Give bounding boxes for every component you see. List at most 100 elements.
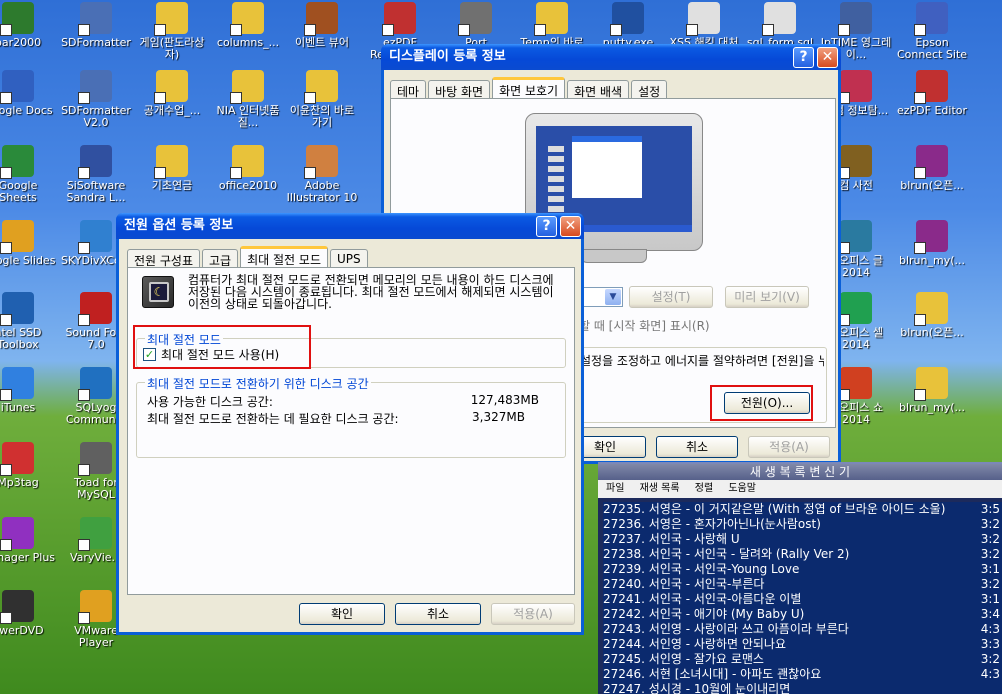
desktop-icon[interactable]: Manager Plus <box>0 515 56 587</box>
desktop-icon[interactable]: Mp3tag <box>0 440 56 512</box>
desktop-icon[interactable]: office2010 <box>210 143 286 215</box>
desktop-icon[interactable]: blrun(오픈... <box>894 290 970 362</box>
display-cancel-button[interactable]: 취소 <box>656 436 738 458</box>
power-options-window: 전원 옵션 등록 정보 ? ✕ 전원 구성표 고급 최대 절전 모드 UPS ☾… <box>116 213 584 635</box>
desktop-icon[interactable]: Google Slides <box>0 218 56 290</box>
menu-sort[interactable]: 정렬 <box>695 483 713 494</box>
tab-desktop[interactable]: 바탕 화면 <box>428 80 491 99</box>
display-titlebar[interactable]: 디스플레이 등록 정보 ? ✕ <box>381 44 841 70</box>
track-duration: 3:2 <box>980 532 1000 546</box>
app-icon <box>914 220 948 254</box>
close-button[interactable]: ✕ <box>560 216 581 237</box>
desktop-icon[interactable]: owerDVD <box>0 588 56 660</box>
desktop-icon[interactable]: Google Sheets <box>0 143 56 215</box>
monitor-stand <box>581 249 647 263</box>
playlist: 27235. 서영은 - 이 거지같은말 (With 정엽 of 브라운 아이드… <box>603 502 1002 694</box>
tab-power-schemes[interactable]: 전원 구성표 <box>127 249 201 268</box>
desktop-icon[interactable]: Google Docs <box>0 68 56 140</box>
playlist-track[interactable]: 27247. 성시경 - 10월에 눈이내리면 <box>603 682 1002 694</box>
desktop-icon[interactable]: 기초연금 <box>134 143 210 215</box>
desktop-icon-label: 기초연금 <box>151 179 193 192</box>
app-icon <box>0 590 34 624</box>
desktop-icon[interactable]: blrun(오픈... <box>894 143 970 215</box>
playlist-track[interactable]: 27237. 서인국 - 사랑해 U 3:2 <box>603 532 1002 547</box>
desktop-icon[interactable]: columns_... <box>210 0 286 72</box>
menu-file[interactable]: 파일 <box>606 483 624 494</box>
app-icon <box>838 2 872 36</box>
playlist-track[interactable]: 27239. 서인국 - 서인국-Young Love 3:1 <box>603 562 1002 577</box>
app-icon <box>458 2 492 36</box>
playlist-track[interactable]: 27238. 서인국 - 서인국 - 달려와 (Rally Ver 2) 3:2 <box>603 547 1002 562</box>
playlist-track[interactable]: 27243. 서인영 - 사랑이라 쓰고 아픔이라 부른다 4:3 <box>603 622 1002 637</box>
power-titlebar[interactable]: 전원 옵션 등록 정보 ? ✕ <box>116 213 584 239</box>
tab-screensaver[interactable]: 화면 보호기 <box>492 77 566 98</box>
track-title: 27247. 성시경 - 10월에 눈이내리면 <box>603 682 791 694</box>
tab-theme[interactable]: 테마 <box>390 80 427 99</box>
app-icon <box>0 70 34 104</box>
display-apply-button[interactable]: 적용(A) <box>748 436 830 458</box>
desktop-icon[interactable]: bar2000 <box>0 0 56 72</box>
desktop-icon-label: blrun(오픈... <box>900 179 964 192</box>
app-icon <box>230 145 264 179</box>
desktop-icon[interactable]: SDFormatter V2.0 <box>58 68 134 140</box>
playlist-track[interactable]: 27235. 서영은 - 이 거지같은말 (With 정엽 of 브라운 아이드… <box>603 502 1002 517</box>
tab-hibernate[interactable]: 최대 절전 모드 <box>240 246 328 267</box>
desktop-icon[interactable]: SDFormatter <box>58 0 134 72</box>
desktop-icon[interactable]: 이벤트 뷰어 <box>284 0 360 72</box>
app-icon <box>154 2 188 36</box>
track-duration: 3:3 <box>980 637 1000 651</box>
desktop-icon[interactable]: ntel SSD Toolbox <box>0 290 56 362</box>
desktop-icon-label: Google Sheets <box>0 179 38 204</box>
app-icon <box>914 367 948 401</box>
tab-settings[interactable]: 설정 <box>631 80 668 99</box>
tab-advanced[interactable]: 고급 <box>202 249 239 268</box>
help-button[interactable]: ? <box>536 216 557 237</box>
desktop-icon[interactable]: Adobe Illustrator 10 <box>284 143 360 215</box>
playlist-track[interactable]: 27241. 서인국 - 서인국-아름다운 이별 3:1 <box>603 592 1002 607</box>
app-icon <box>838 367 872 401</box>
power-ok-button[interactable]: 확인 <box>299 603 385 625</box>
desktop-icon[interactable]: ezPDF Editor <box>894 68 970 140</box>
desktop-icon[interactable]: SiSoftware Sandra L... <box>58 143 134 215</box>
help-button[interactable]: ? <box>793 47 814 68</box>
power-cancel-button[interactable]: 취소 <box>395 603 481 625</box>
menu-playlist[interactable]: 재생 목록 <box>640 483 680 494</box>
menu-help[interactable]: 도움말 <box>728 483 756 494</box>
hibernate-highlight <box>133 325 311 369</box>
settings-button[interactable]: 설정(T) <box>629 286 713 308</box>
playlist-track[interactable]: 27242. 서인국 - 애기야 (My Baby U) 3:4 <box>603 607 1002 622</box>
close-button[interactable]: ✕ <box>817 47 838 68</box>
playlist-track[interactable]: 27245. 서인영 - 잘가요 로맨스 3:2 <box>603 652 1002 667</box>
app-icon <box>838 292 872 326</box>
tab-ups[interactable]: UPS <box>329 249 368 267</box>
desktop-icon[interactable]: 공개수업_... <box>134 68 210 140</box>
track-title: 27240. 서인국 - 서인국-부른다 <box>603 577 765 591</box>
playlist-track[interactable]: 27236. 서영은 - 혼자가아닌나(눈사람ost) 3:2 <box>603 517 1002 532</box>
desktop-icon-label: Mp3tag <box>0 476 39 489</box>
player-title[interactable]: 새 생 복 록 변 신 기 <box>598 464 1002 480</box>
track-duration: 3:1 <box>980 562 1000 576</box>
playlist-track[interactable]: 27240. 서인국 - 서인국-부른다 3:2 <box>603 577 1002 592</box>
desktop-icon[interactable]: iTunes <box>0 365 56 437</box>
app-icon <box>0 442 34 476</box>
desktop-icon[interactable]: blrun_my(... <box>894 218 970 290</box>
preview-button[interactable]: 미리 보기(V) <box>725 286 809 308</box>
power-title: 전원 옵션 등록 정보 <box>124 218 234 233</box>
desktop-icon[interactable]: Epson Connect Site <box>894 0 970 72</box>
desktop-icon[interactable]: 게임(판도라상자) <box>134 0 210 72</box>
desktop-icon[interactable]: 이윤찬의 바로 가기 <box>284 68 360 140</box>
desktop-icon-label: SDFormatter V2.0 <box>61 104 131 129</box>
track-title: 27238. 서인국 - 서인국 - 달려와 (Rally Ver 2) <box>603 547 850 561</box>
track-duration: 3:2 <box>980 547 1000 561</box>
required-space-label: 최대 절전 모드로 전환하는 데 필요한 디스크 공간: <box>147 412 399 426</box>
app-icon <box>78 367 112 401</box>
playlist-track[interactable]: 27244. 서인영 - 사랑하면 안되나요 3:3 <box>603 637 1002 652</box>
playlist-track[interactable]: 27246. 서현 [소녀시대] - 아파도 괜찮아요 4:3 <box>603 667 1002 682</box>
app-icon <box>838 145 872 179</box>
tab-appearance[interactable]: 화면 배색 <box>567 80 630 99</box>
app-icon <box>78 292 112 326</box>
track-title: 27241. 서인국 - 서인국-아름다운 이별 <box>603 592 802 606</box>
desktop-icon[interactable]: NIA 인터넷품질... <box>210 68 286 140</box>
desktop-icon[interactable]: blrun_my(... <box>894 365 970 437</box>
power-apply-button[interactable]: 적용(A) <box>491 603 575 625</box>
